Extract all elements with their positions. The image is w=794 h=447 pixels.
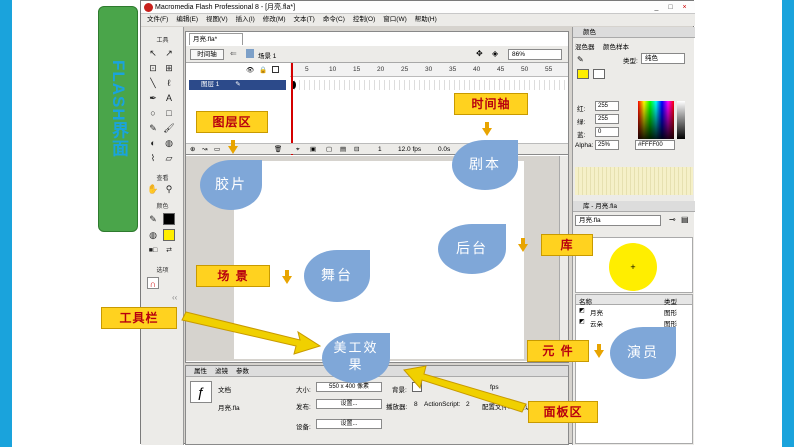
arrow-to-panels-icon [403,365,527,413]
collapse-icon: ‹‹ [172,293,178,302]
pointer-arrows: ‹‹ [172,293,527,413]
arrow-to-stage-icon [181,311,322,355]
